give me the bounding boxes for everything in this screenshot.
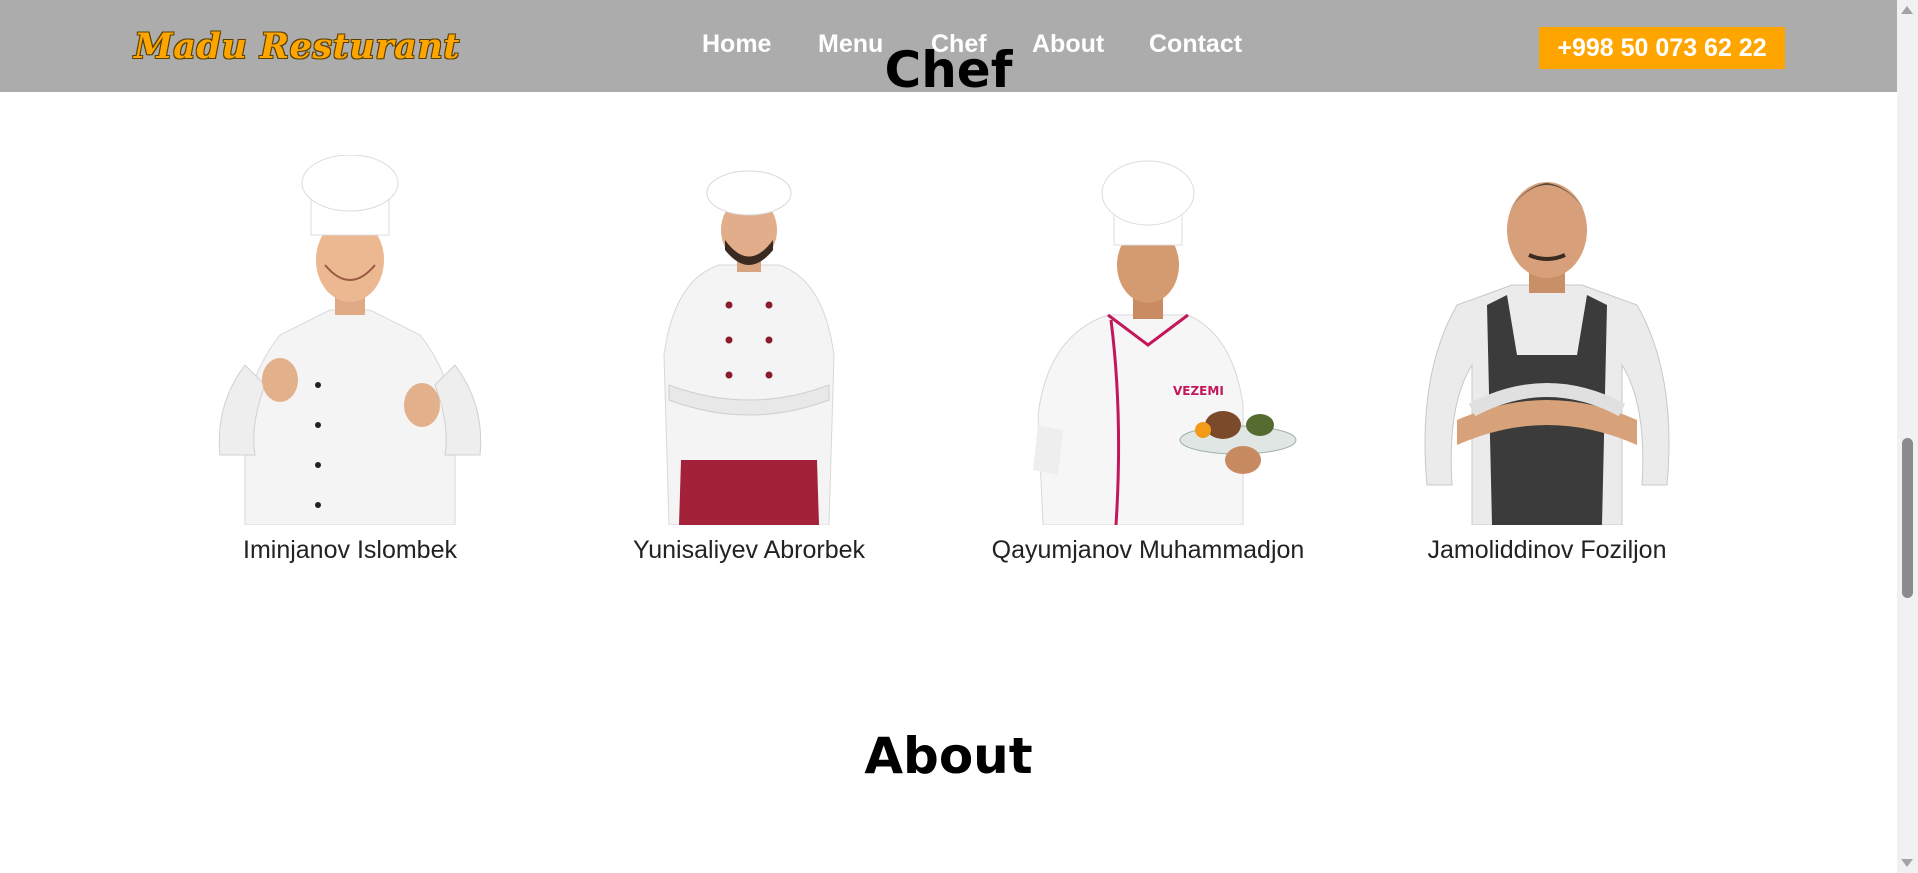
scroll-down-arrow-icon[interactable] xyxy=(1901,859,1913,867)
chef-card: Jamoliddinov Foziljon xyxy=(1367,155,1727,565)
scroll-up-arrow-icon[interactable] xyxy=(1901,6,1913,14)
chef-card: Yunisaliyev Abrorbek xyxy=(569,155,929,565)
chef-card: VEZEMI Qayumjanov Muhammadjon xyxy=(968,155,1328,565)
page: Madu Resturant Home Menu Chef About Cont… xyxy=(0,0,1897,873)
svg-text:VEZEMI: VEZEMI xyxy=(1173,384,1224,398)
chef-name: Iminjanov Islombek xyxy=(243,536,457,564)
chef-photo-2 xyxy=(663,170,835,525)
vertical-scrollbar[interactable] xyxy=(1897,0,1918,873)
chef-name: Qayumjanov Muhammadjon xyxy=(991,536,1305,564)
chef-name: Yunisaliyev Abrorbek xyxy=(632,536,866,564)
chef-photo-1 xyxy=(218,155,482,525)
chef-photo-4 xyxy=(1424,182,1670,525)
chef-section-title: Chef xyxy=(884,41,1013,99)
chef-photo-3: VEZEMI xyxy=(1033,160,1297,525)
scroll-thumb[interactable] xyxy=(1902,438,1913,598)
chef-card: Iminjanov Islombek xyxy=(170,155,530,565)
about-section-title: About xyxy=(864,727,1033,785)
chef-name: Jamoliddinov Foziljon xyxy=(1427,536,1667,564)
